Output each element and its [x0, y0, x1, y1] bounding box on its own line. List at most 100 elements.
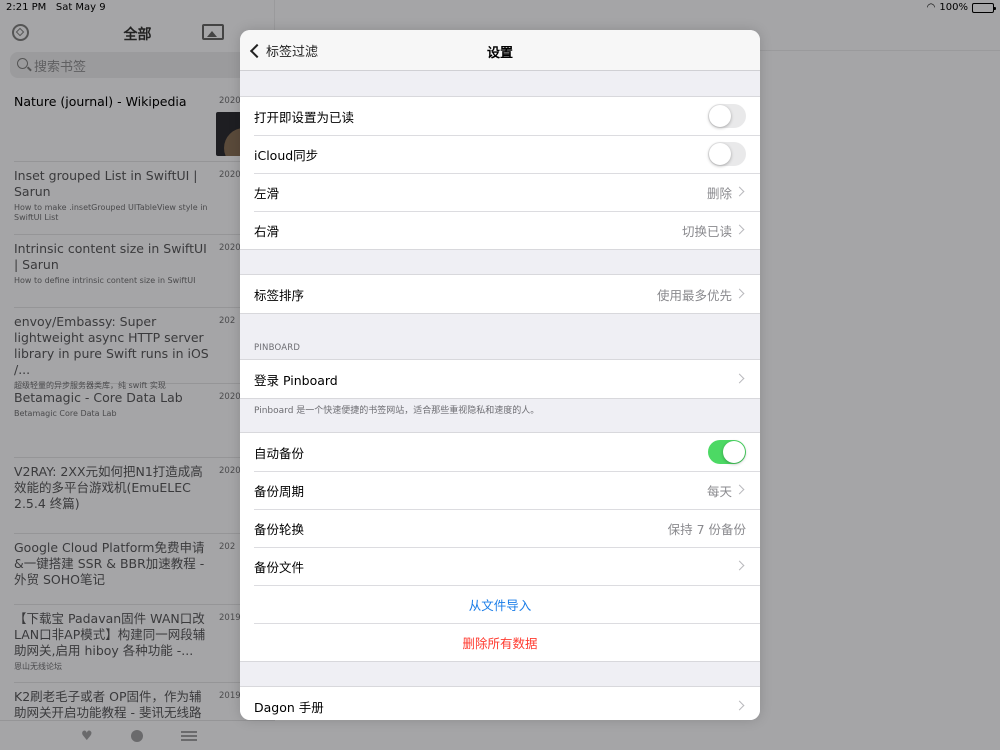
backup-rotation-value: 保持 7 份备份	[667, 521, 746, 537]
sidebar-toolbar: ♥	[0, 720, 275, 750]
mark-read-toggle[interactable]	[708, 104, 746, 128]
backup-rotation-row: 备份轮换 保持 7 份备份	[240, 509, 760, 547]
search-input[interactable]: 搜索书签	[10, 52, 265, 78]
chevron-right-icon	[734, 560, 745, 571]
chevron-right-icon	[734, 484, 745, 495]
heart-icon[interactable]: ♥	[81, 730, 93, 743]
bookmark-date: 2020	[219, 466, 241, 476]
bookmark-title: 【下载宝 Padavan固件 WAN口改LAN口非AP模式】构建同一网段辅助网关…	[14, 611, 206, 658]
menu-icon[interactable]	[181, 731, 197, 741]
status-right: ◠ 100%	[926, 2, 996, 13]
toggle-knob	[709, 143, 731, 165]
icloud-sync-label: iCloud同步	[254, 147, 319, 163]
bookmark-date: 2020	[219, 243, 241, 253]
bookmark-list-item[interactable]: envoy/Embassy: Super lightweight async H…	[14, 308, 275, 390]
pinboard-group: 登录 Pinboard	[240, 359, 760, 399]
toggle-knob	[709, 105, 731, 127]
bookmark-list-item[interactable]: Nature (journal) - Wikipedia 2020	[14, 88, 275, 162]
search-icon	[17, 58, 28, 69]
manual-row[interactable]: Dagon 手册	[240, 687, 760, 720]
backup-period-value: 每天	[706, 483, 732, 499]
icloud-sync-row: iCloud同步	[240, 135, 760, 173]
general-group: 打开即设置为已读 iCloud同步 左滑 删除 右滑 切换已读	[240, 96, 760, 250]
backup-files-row[interactable]: 备份文件	[240, 547, 760, 585]
manual-label: Dagon 手册	[254, 699, 324, 715]
bookmark-list-item[interactable]: Google Cloud Platform免费申请&一键搭建 SSR & BBR…	[14, 534, 275, 605]
mark-read-row: 打开即设置为已读	[240, 97, 760, 135]
bookmark-date: 2020	[219, 96, 241, 106]
backup-rotation-label: 备份轮换	[254, 521, 305, 537]
status-time: 2:21 PM Sat May 9	[6, 2, 106, 13]
bookmark-description: How to make .insetGrouped UITableView st…	[14, 203, 208, 222]
backup-period-label: 备份周期	[254, 483, 305, 499]
auto-backup-label: 自动备份	[254, 445, 305, 461]
settings-modal: 标签过滤 设置 打开即设置为已读 iCloud同步 左滑 删除 右滑 切换已读 …	[240, 30, 760, 720]
auto-backup-toggle[interactable]	[708, 440, 746, 464]
bookmark-list-item[interactable]: V2RAY: 2XX元如何把N1打造成高效能的多平台游戏机(EmuELEC 2.…	[14, 458, 275, 534]
swipe-left-row[interactable]: 左滑 删除	[240, 173, 760, 211]
tag-sort-row[interactable]: 标签排序 使用最多优先	[240, 275, 760, 313]
swipe-right-value: 切换已读	[681, 223, 732, 239]
swipe-left-label: 左滑	[254, 185, 280, 201]
swipe-left-value: 删除	[706, 185, 732, 201]
bookmark-title: V2RAY: 2XX元如何把N1打造成高效能的多平台游戏机(EmuELEC 2.…	[14, 464, 203, 511]
page-title: 设置	[486, 46, 513, 61]
chevron-right-icon	[734, 288, 745, 299]
bookmark-title: Nature (journal) - Wikipedia	[14, 94, 187, 109]
chevron-right-icon	[734, 186, 745, 197]
bookmark-list-item[interactable]: Intrinsic content size in SwiftUI | Saru…	[14, 235, 275, 308]
pinboard-login-label: 登录 Pinboard	[254, 372, 338, 388]
toggle-knob	[723, 441, 745, 463]
bookmark-date: 2020	[219, 170, 241, 180]
bookmark-list: Nature (journal) - Wikipedia 2020 Inset gr…	[0, 88, 275, 723]
battery-percent: 100%	[939, 2, 968, 13]
bookmark-date: 2020	[219, 392, 241, 402]
wifi-icon: ◠	[926, 2, 936, 13]
bookmark-list-item[interactable]: 【下载宝 Padavan固件 WAN口改LAN口非AP模式】构建同一网段辅助网关…	[14, 605, 275, 683]
delete-all-data-button[interactable]: 删除所有数据	[254, 633, 760, 652]
status-bar: 2:21 PM Sat May 9 ◠ 100%	[0, 0, 1000, 16]
backup-period-row[interactable]: 备份周期 每天	[240, 471, 760, 509]
swipe-right-label: 右滑	[254, 223, 280, 239]
bookmark-title: Intrinsic content size in SwiftUI | Saru…	[14, 241, 207, 272]
bookmark-description: How to define intrinsic content size in …	[14, 276, 196, 285]
import-from-file-button[interactable]: 从文件导入	[254, 595, 760, 614]
pinboard-footer: Pinboard 是一个快速便捷的书签网站，适合那些重视隐私和速度的人。	[254, 406, 540, 416]
sidebar: 全部 搜索书签 Nature (journal) - Wikipedia 2020…	[0, 0, 275, 750]
bookmark-title: Google Cloud Platform免费申请&一键搭建 SSR & BBR…	[14, 540, 205, 587]
pinboard-section-header: PINBOARD	[254, 343, 301, 353]
bookmark-description: 恩山无线论坛	[14, 662, 62, 671]
import-from-file-row[interactable]: 从文件导入	[240, 585, 760, 623]
bookmark-title: envoy/Embassy: Super lightweight async H…	[14, 314, 209, 377]
chevron-right-icon	[734, 700, 745, 711]
mark-read-label: 打开即设置为已读	[254, 109, 355, 125]
search-placeholder: 搜索书签	[34, 60, 87, 75]
unread-dot-icon[interactable]	[131, 730, 143, 742]
bookmark-date: 202	[219, 316, 236, 326]
backup-group: 自动备份 备份周期 每天 备份轮换 保持 7 份备份 备份文件 从文件导入 删除…	[240, 432, 760, 662]
swipe-right-row[interactable]: 右滑 切换已读	[240, 211, 760, 249]
chevron-right-icon	[734, 373, 745, 384]
tag-sort-value: 使用最多优先	[656, 287, 732, 303]
auto-backup-row: 自动备份	[240, 433, 760, 471]
sidebar-header: 全部	[0, 16, 275, 50]
tag-sort-label: 标签排序	[254, 287, 305, 303]
tag-sort-group: 标签排序 使用最多优先	[240, 274, 760, 314]
bookmark-list-item[interactable]: Betamagic - Core Data Lab Betamagic Core …	[14, 384, 275, 458]
bookmark-list-item[interactable]: Inset grouped List in SwiftUI | Sarun How…	[14, 162, 275, 235]
bookmark-title: Betamagic - Core Data Lab	[14, 390, 183, 405]
sidebar-title: 全部	[123, 27, 152, 43]
bookmark-list-item[interactable]: K2刷老毛子或者 OP固件，作为辅助网关开启功能教程 - 斐讯无线路 2019/	[14, 683, 275, 723]
bookmark-description: Betamagic Core Data Lab	[14, 409, 117, 418]
nav-bar: 标签过滤 设置	[240, 30, 760, 71]
backup-files-label: 备份文件	[254, 559, 305, 575]
battery-icon	[972, 2, 996, 13]
chevron-right-icon	[734, 224, 745, 235]
photo-icon[interactable]	[202, 24, 224, 40]
pinboard-login-row[interactable]: 登录 Pinboard	[240, 360, 760, 398]
bookmark-date: 202	[219, 542, 236, 552]
icloud-sync-toggle[interactable]	[708, 142, 746, 166]
bookmark-title: K2刷老毛子或者 OP固件，作为辅助网关开启功能教程 - 斐讯无线路	[14, 689, 202, 720]
delete-all-data-row[interactable]: 删除所有数据	[240, 623, 760, 661]
bookmark-title: Inset grouped List in SwiftUI | Sarun	[14, 168, 198, 199]
